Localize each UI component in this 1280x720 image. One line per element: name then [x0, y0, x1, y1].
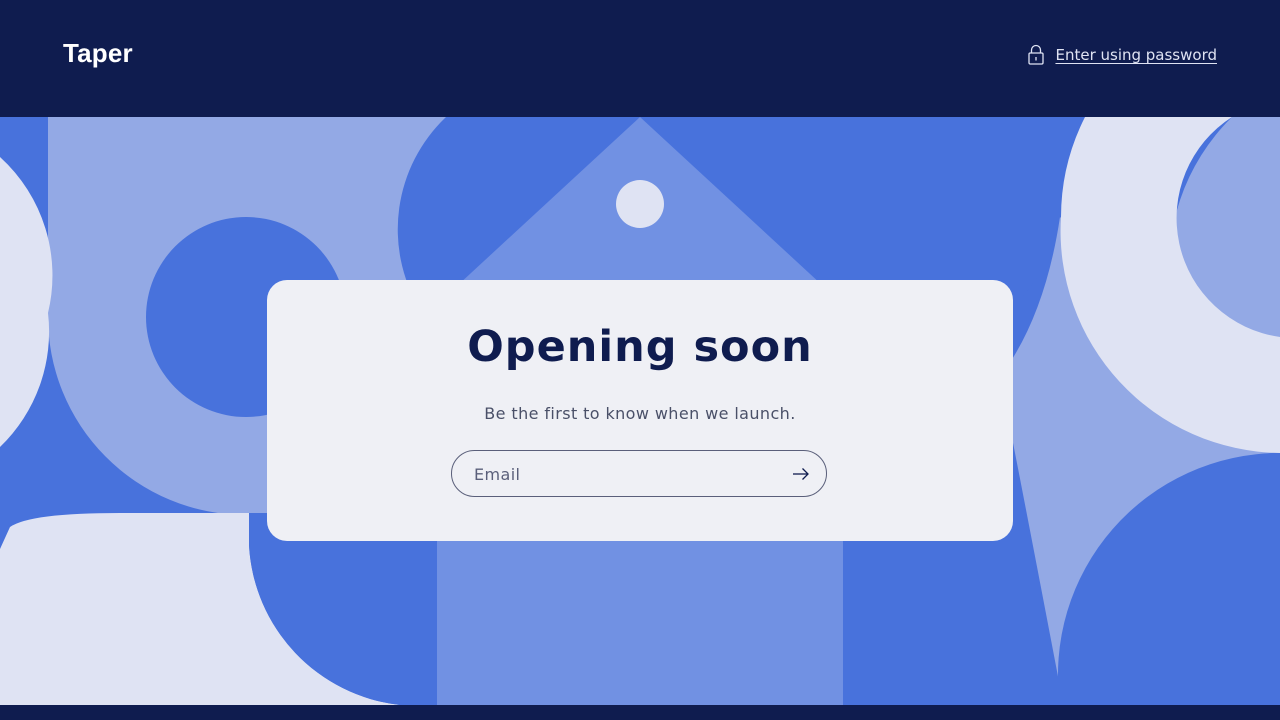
lock-icon [1028, 44, 1045, 65]
subtitle: Be the first to know when we launch. [484, 404, 796, 423]
site-header: Taper Enter using password [0, 0, 1280, 117]
email-input[interactable] [472, 451, 776, 498]
opening-soon-card: Opening soon Be the first to know when w… [267, 280, 1013, 541]
arrow-right-icon [793, 468, 809, 480]
email-form [451, 450, 827, 498]
enter-password-link[interactable]: Enter using password [1027, 44, 1217, 66]
enter-password-label: Enter using password [1055, 46, 1217, 64]
site-logo[interactable]: Taper [63, 38, 133, 69]
subscribe-button[interactable] [784, 457, 818, 491]
footer-strip [0, 705, 1280, 720]
page-title: Opening soon [467, 322, 813, 372]
